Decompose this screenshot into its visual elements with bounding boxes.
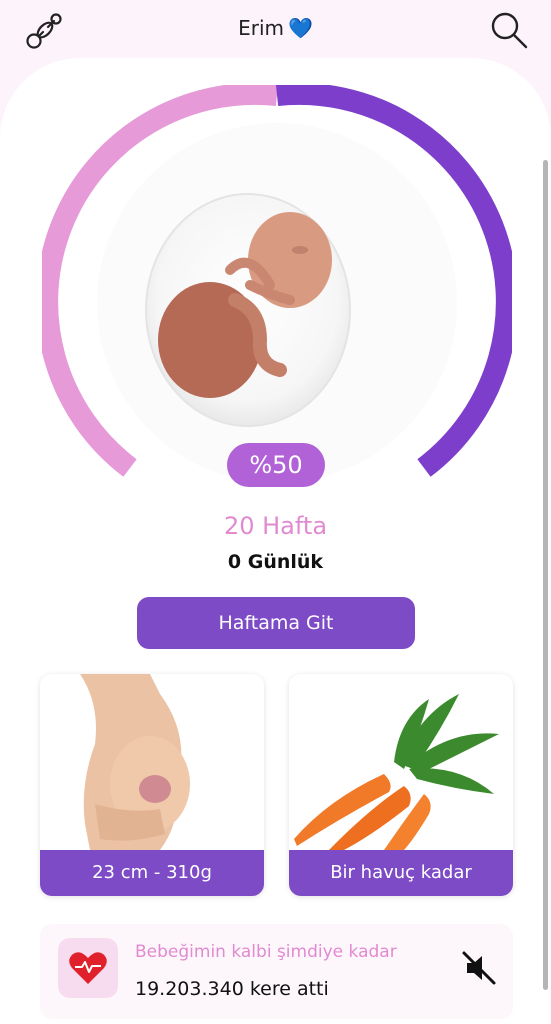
mute-icon[interactable] (459, 948, 499, 988)
pregnant-belly-image (40, 674, 264, 850)
fruit-compare-card[interactable]: Bir havuç kadar (289, 674, 513, 896)
heartbeat-count: 19.203.340 kere atti (135, 978, 329, 1000)
fruit-compare-label: Bir havuç kadar (289, 850, 513, 896)
size-card[interactable]: 23 cm - 310g (40, 674, 264, 896)
scrollbar[interactable] (543, 160, 548, 990)
day-label: 0 Günlük (227, 551, 324, 573)
carrot-image (289, 674, 513, 850)
go-to-my-week-button[interactable]: Haftama Git (137, 597, 415, 649)
search-icon[interactable] (489, 10, 529, 50)
page-title: Erim 💙 (0, 16, 551, 40)
progress-percent-badge: %50 (227, 443, 325, 487)
heartbeat-card: Bebeğimin kalbi şimdiye kadar 19.203.340… (40, 924, 513, 1019)
blue-heart-emoji: 💙 (288, 16, 313, 40)
week-label: 20 Hafta (223, 512, 328, 540)
heart-pulse-icon (69, 952, 107, 984)
size-card-label: 23 cm - 310g (40, 850, 264, 896)
fetus-illustration (145, 193, 351, 427)
title-text: Erim (238, 16, 284, 40)
heartbeat-title: Bebeğimin kalbi şimdiye kadar (135, 942, 397, 962)
app-header: Erim 💙 (0, 0, 551, 62)
heart-icon-box (58, 938, 118, 998)
